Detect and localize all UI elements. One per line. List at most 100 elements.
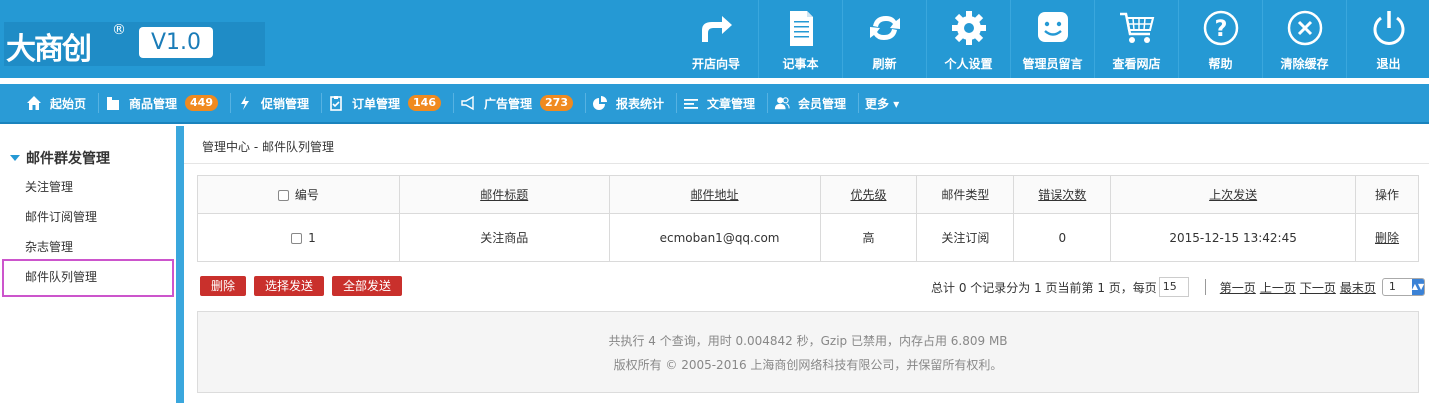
main-content: 管理中心 - 邮件队列管理 编号 邮件标题 邮件地址 优先级 邮件类型 错误次数… [184,126,1429,403]
send-selected-button[interactable]: 选择发送 [254,276,325,296]
menu-label: 更多 ▾ [865,96,900,111]
page-select[interactable]: 1 ▲▼ [1381,278,1425,296]
logo-version: V1.0 [139,27,213,58]
menu-more[interactable]: 更多 ▾ [859,93,911,113]
cell-last-sent: 2015-12-15 13:42:45 [1110,213,1357,262]
menu-label: 商品管理 [129,96,178,111]
menu-orders[interactable]: 订单管理 146 [322,93,454,113]
cell-id-value: 1 [308,230,316,245]
col-title[interactable]: 邮件标题 [398,175,610,214]
pie-chart-icon [592,95,608,111]
menu-reports[interactable]: 报表统计 [586,93,677,113]
pager-last[interactable]: 最末页 [1340,279,1376,296]
col-id-label: 编号 [294,188,319,202]
clipboard-icon [328,95,344,111]
sidebar-item-magazine[interactable]: 杂志管理 [25,238,73,255]
sidebar-item-subscription[interactable]: 邮件订阅管理 [25,208,97,225]
cell-priority: 高 [819,213,918,262]
menu-badge: 146 [408,95,441,111]
col-action: 操作 [1355,175,1419,214]
menu-badge: 273 [540,95,573,111]
topnav-personal-settings[interactable]: 个人设置 [926,0,1010,78]
topnav-clear-cache[interactable]: 清除缓存 [1262,0,1346,78]
topnav-logout[interactable]: 退出 [1346,0,1429,78]
pager-divider [1204,279,1206,295]
topnav-admin-messages[interactable]: 管理员留言 [1010,0,1094,78]
topnav-view-store[interactable]: 查看网店 [1094,0,1178,78]
menu-label: 广告管理 [484,96,533,111]
select-arrows-icon: ▲▼ [1411,279,1424,295]
topnav-help[interactable]: ? 帮助 [1178,0,1262,78]
lines-icon [683,95,699,111]
topnav-label: 退出 [1376,57,1401,71]
col-email[interactable]: 邮件地址 [608,175,821,214]
breadcrumb-root[interactable]: 管理中心 [202,140,250,154]
top-nav: 开店向导 记事本 刷新 个人设置 管理员留言 查看网店 ? 帮助 清除缓存 退出 [674,0,1429,78]
logo-registered-mark: ® [112,22,126,38]
delete-link[interactable]: 删除 [1375,231,1399,245]
sidebar-item-follow[interactable]: 关注管理 [25,178,73,195]
topnav-label: 个人设置 [944,57,993,71]
col-title-label[interactable]: 邮件标题 [480,188,528,202]
pager-first[interactable]: 第一页 [1220,279,1256,296]
cell-errors: 0 [1013,213,1112,262]
menu-home[interactable]: 起始页 [20,93,100,113]
cell-type: 关注订阅 [916,213,1015,262]
power-icon [1373,11,1404,45]
topnav-shop-guide[interactable]: 开店向导 [674,0,758,78]
topnav-label: 刷新 [872,57,897,71]
menu-label: 会员管理 [798,96,847,111]
pagination: 总计 0 个记录分为 1 页当前第 1 页，每页 15 第一页 上一页 下一页 … [931,277,1425,297]
col-errors[interactable]: 错误次数 [1013,175,1112,214]
topnav-label: 清除缓存 [1280,57,1329,71]
cell-email: ecmoban1@qq.com [608,213,821,262]
per-page-input[interactable]: 15 [1158,277,1189,297]
gear-icon [951,11,986,45]
table-row: 1 关注商品 ecmoban1@qq.com 高 关注订阅 0 2015-12-… [197,213,1419,262]
pager-prev[interactable]: 上一页 [1260,279,1296,296]
menu-badge: 449 [185,95,218,111]
folder-icon [105,95,121,111]
menu-label: 起始页 [50,96,87,111]
col-priority-label[interactable]: 优先级 [850,188,886,202]
menu-promotion[interactable]: 促销管理 [231,93,323,113]
footer-copyright: 版权所有 © 2005-2016 上海商创网络科技有限公司，并保留所有权利。 [613,358,1003,372]
menu-ads[interactable]: 广告管理 273 [454,93,586,113]
footer-stats: 共执行 4 个查询，用时 0.004842 秒，Gzip 已禁用，内存占用 6.… [608,334,1008,348]
row-checkbox[interactable] [291,232,303,244]
col-last-sent-label[interactable]: 上次发送 [1209,188,1257,202]
page-select-value: 1 [1388,280,1396,293]
delete-button[interactable]: 删除 [200,276,247,296]
refresh-icon [869,16,900,40]
svg-text:?: ? [1214,17,1227,42]
send-all-button[interactable]: 全部发送 [332,276,403,296]
notepad-icon [789,11,813,46]
mail-queue-table: 编号 邮件标题 邮件地址 优先级 邮件类型 错误次数 上次发送 操作 1 关注商… [197,175,1419,262]
share-arrow-icon [702,16,732,42]
topnav-label: 管理员留言 [1022,57,1083,71]
pager-next[interactable]: 下一页 [1300,279,1336,296]
main-menu: 起始页 商品管理 449 促销管理 订单管理 146 广告管理 273 报表统计 [0,84,1429,124]
menu-goods[interactable]: 商品管理 449 [99,93,231,113]
breadcrumb-separator: - [250,140,262,154]
lightning-icon [237,95,253,111]
topnav-label: 查看网店 [1112,57,1161,71]
menu-label: 促销管理 [261,96,310,111]
home-icon [26,95,42,111]
menu-members[interactable]: 会员管理 [768,93,860,113]
topnav-notepad[interactable]: 记事本 [758,0,842,78]
col-last-sent[interactable]: 上次发送 [1110,175,1357,214]
topnav-refresh[interactable]: 刷新 [842,0,926,78]
menu-label: 订单管理 [352,96,401,111]
top-header: 大商创 ® V1.0 开店向导 记事本 刷新 个人设置 管理员留言 查看网店 ?… [0,0,1429,78]
sidebar-group-title[interactable]: 邮件群发管理 [10,148,110,168]
col-priority[interactable]: 优先级 [819,175,918,214]
menu-articles[interactable]: 文章管理 [677,93,769,113]
col-errors-label[interactable]: 错误次数 [1038,188,1086,202]
topnav-label: 帮助 [1208,57,1233,71]
logo[interactable]: 大商创 ® V1.0 [4,22,265,67]
select-all-checkbox[interactable] [277,190,289,201]
sidebar-item-mail-queue[interactable]: 邮件队列管理 [25,268,97,285]
col-email-label[interactable]: 邮件地址 [691,188,739,202]
sidebar-group-label: 邮件群发管理 [26,151,110,167]
